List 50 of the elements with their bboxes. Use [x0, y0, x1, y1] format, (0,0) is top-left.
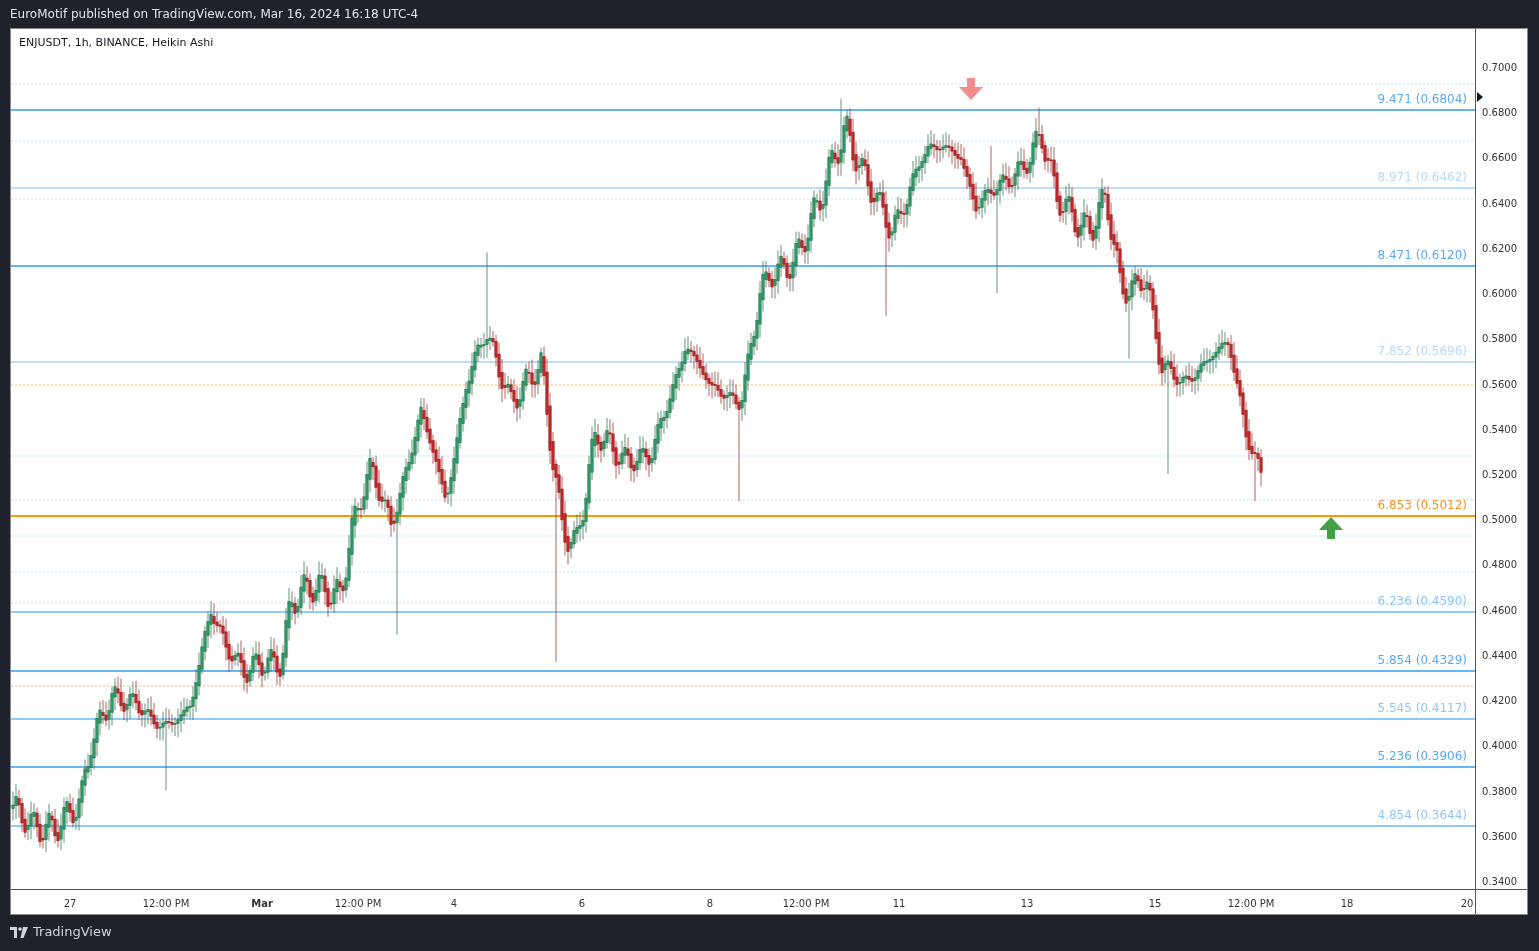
time-label: 12:00 PM — [334, 897, 382, 911]
current-level-marker-icon — [1477, 92, 1484, 102]
price-label: 0.3400 — [1482, 874, 1518, 889]
time-label: 8 — [706, 897, 714, 911]
down-arrow-icon — [959, 78, 983, 100]
time-label: 12:00 PM — [782, 897, 830, 911]
price-label: 0.6800 — [1482, 106, 1518, 121]
price-label: 0.5800 — [1482, 332, 1518, 347]
time-label: 11 — [892, 897, 906, 911]
time-label: 12:00 PM — [1227, 897, 1275, 911]
time-label: 20 — [1460, 897, 1474, 911]
price-label: 0.5000 — [1482, 513, 1518, 528]
level-label: 9.471 (0.6804) — [1377, 91, 1468, 108]
price-label: 0.4400 — [1482, 648, 1518, 663]
price-label: 0.4600 — [1482, 603, 1518, 618]
price-label: 0.5400 — [1482, 422, 1518, 437]
time-label: 27 — [63, 897, 77, 911]
price-label: 0.5600 — [1482, 377, 1518, 392]
price-label: 0.6400 — [1482, 196, 1518, 211]
price-label: 0.6600 — [1482, 151, 1518, 166]
level-label: 6.853 (0.5012) — [1377, 497, 1468, 514]
level-label: 5.236 (0.3906) — [1377, 748, 1468, 765]
level-label: 5.854 (0.4329) — [1377, 652, 1468, 669]
price-label: 0.4200 — [1482, 694, 1518, 709]
price-label: 0.3600 — [1482, 829, 1518, 844]
chart-title: ENJUSDT, 1h, BINANCE, Heikin Ashi — [19, 35, 214, 51]
level-label: 6.236 (0.4590) — [1377, 593, 1468, 610]
price-label: 0.4000 — [1482, 739, 1518, 754]
price-label: 0.5200 — [1482, 467, 1518, 482]
time-label: 12:00 PM — [142, 897, 190, 911]
price-label: 0.3800 — [1482, 784, 1518, 799]
price-label: 0.6200 — [1482, 241, 1518, 256]
brand-name: TradingView — [33, 923, 112, 942]
up-arrow-icon — [1319, 517, 1343, 539]
level-label: 7.852 (0.5696) — [1377, 343, 1468, 360]
tradingview-logo-icon — [10, 926, 28, 938]
level-label: 4.854 (0.3644) — [1377, 807, 1468, 824]
time-label: 6 — [578, 897, 586, 911]
publication-info: EuroMotif published on TradingView.com, Mar 16, 2024 16:18 UTC-4 — [10, 6, 419, 23]
price-label: 0.4800 — [1482, 558, 1518, 573]
level-label: 5.545 (0.4117) — [1377, 700, 1468, 717]
level-label: 8.471 (0.6120) — [1377, 247, 1468, 264]
time-label: 15 — [1148, 897, 1162, 911]
time-label: 13 — [1020, 897, 1034, 911]
level-label: 8.971 (0.6462) — [1377, 169, 1468, 186]
time-label: Mar — [251, 897, 273, 911]
time-label: 4 — [450, 897, 458, 911]
price-label: 0.6000 — [1482, 287, 1518, 302]
time-label: 18 — [1340, 897, 1354, 911]
price-label: 0.7000 — [1482, 61, 1518, 75]
